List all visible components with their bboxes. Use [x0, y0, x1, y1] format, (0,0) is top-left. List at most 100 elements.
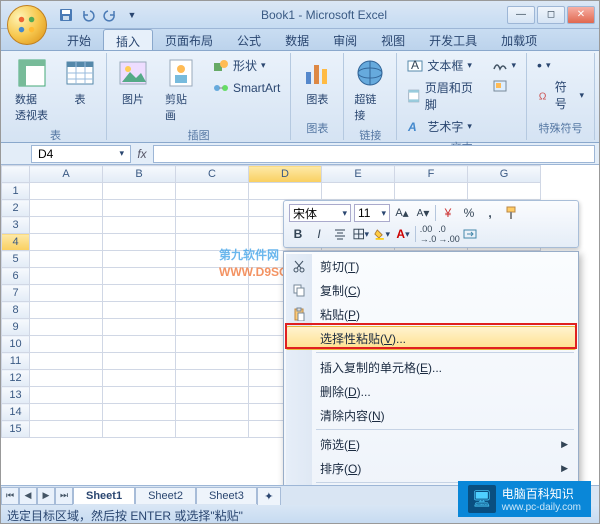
tab-layout[interactable]: 页面布局 [153, 29, 225, 50]
hyperlink-button[interactable]: 超链接 [350, 55, 390, 125]
align-center-icon[interactable] [331, 225, 349, 243]
font-color-icon[interactable]: A▾ [394, 225, 412, 243]
row-header-14[interactable]: 14 [2, 404, 30, 421]
menu-sort[interactable]: 排序(O)▶ [286, 456, 576, 480]
tab-data[interactable]: 数据 [273, 29, 321, 50]
redo-icon[interactable] [101, 6, 119, 24]
cell-A12[interactable] [30, 370, 103, 387]
clipart-button[interactable]: 剪贴画 [161, 55, 201, 125]
undo-icon[interactable] [79, 6, 97, 24]
row-header-4[interactable]: 4 [2, 234, 30, 251]
sheet-tab-1[interactable]: Sheet1 [73, 487, 135, 504]
cell-A3[interactable] [30, 217, 103, 234]
signature-button[interactable]: ▾ [488, 55, 521, 75]
maximize-button[interactable]: ◻ [537, 6, 565, 24]
menu-cut[interactable]: 剪切(T) [286, 254, 576, 278]
col-header-D[interactable]: D [249, 166, 322, 183]
cell-A13[interactable] [30, 387, 103, 404]
symbolmore-button[interactable]: •▾ [533, 55, 588, 75]
row-header-13[interactable]: 13 [2, 387, 30, 404]
cell-A8[interactable] [30, 302, 103, 319]
object-button[interactable] [488, 76, 521, 96]
pivot-table-button[interactable]: 数据 透视表 [11, 55, 52, 125]
cell-C10[interactable] [176, 336, 249, 353]
cell-A15[interactable] [30, 421, 103, 438]
cell-B3[interactable] [103, 217, 176, 234]
select-all-corner[interactable] [2, 166, 30, 183]
cell-A7[interactable] [30, 285, 103, 302]
row-header-1[interactable]: 1 [2, 183, 30, 200]
qat-dropdown-icon[interactable]: ▼ [123, 6, 141, 24]
cell-B6[interactable] [103, 268, 176, 285]
cell-C7[interactable] [176, 285, 249, 302]
font-select[interactable]: 宋体 ▾ [289, 204, 351, 222]
comma-icon[interactable]: , [481, 204, 499, 222]
tab-dev[interactable]: 开发工具 [417, 29, 489, 50]
row-header-3[interactable]: 3 [2, 217, 30, 234]
cell-B10[interactable] [103, 336, 176, 353]
cell-C8[interactable] [176, 302, 249, 319]
menu-clear[interactable]: 清除内容(N) [286, 403, 576, 427]
tab-home[interactable]: 开始 [55, 29, 103, 50]
formula-input[interactable] [153, 145, 595, 163]
cell-B9[interactable] [103, 319, 176, 336]
picture-button[interactable]: 图片 [113, 55, 153, 109]
cell-G1[interactable] [468, 183, 541, 200]
new-sheet-button[interactable]: ✦ [257, 487, 281, 505]
sheet-nav-last[interactable]: ⏭ [55, 487, 73, 505]
tab-insert[interactable]: 插入 [103, 29, 153, 50]
cell-B11[interactable] [103, 353, 176, 370]
menu-filter[interactable]: 筛选(E)▶ [286, 432, 576, 456]
table-button[interactable]: 表 [60, 55, 100, 109]
tab-addins[interactable]: 加载项 [489, 29, 549, 50]
cell-B1[interactable] [103, 183, 176, 200]
cell-A5[interactable] [30, 251, 103, 268]
cell-A10[interactable] [30, 336, 103, 353]
currency-icon[interactable]: ¥ [439, 204, 457, 222]
sheet-nav-first[interactable]: ⏮ [1, 487, 19, 505]
cell-C13[interactable] [176, 387, 249, 404]
header-footer-button[interactable]: 页眉和页脚 [403, 77, 479, 115]
format-painter-icon[interactable] [502, 204, 520, 222]
row-header-6[interactable]: 6 [2, 268, 30, 285]
cell-C4[interactable] [176, 234, 249, 251]
sheet-nav-next[interactable]: ▶ [37, 487, 55, 505]
col-header-A[interactable]: A [30, 166, 103, 183]
minimize-button[interactable]: — [507, 6, 535, 24]
row-header-11[interactable]: 11 [2, 353, 30, 370]
cell-C2[interactable] [176, 200, 249, 217]
cell-C9[interactable] [176, 319, 249, 336]
tab-formulas[interactable]: 公式 [225, 29, 273, 50]
tab-review[interactable]: 审阅 [321, 29, 369, 50]
cell-B14[interactable] [103, 404, 176, 421]
cell-B4[interactable] [103, 234, 176, 251]
cell-C11[interactable] [176, 353, 249, 370]
cell-A2[interactable] [30, 200, 103, 217]
bold-icon[interactable]: B [289, 225, 307, 243]
chart-button[interactable]: 图表 [297, 55, 337, 109]
border-icon[interactable]: ▾ [352, 225, 370, 243]
row-header-10[interactable]: 10 [2, 336, 30, 353]
menu-paste-special[interactable]: 选择性粘贴(V)... [286, 326, 576, 350]
decrease-decimal-icon[interactable]: .00→.0 [419, 225, 437, 243]
row-header-8[interactable]: 8 [2, 302, 30, 319]
cell-A6[interactable] [30, 268, 103, 285]
cell-F1[interactable] [395, 183, 468, 200]
office-button[interactable] [7, 5, 47, 45]
shrink-font-icon[interactable]: A▾ [414, 204, 432, 222]
symbol-button[interactable]: Ω符号▾ [533, 76, 588, 114]
cell-C5[interactable] [176, 251, 249, 268]
shapes-button[interactable]: 形状▾ [209, 55, 284, 76]
italic-icon[interactable]: I [310, 225, 328, 243]
cell-A11[interactable] [30, 353, 103, 370]
cell-B13[interactable] [103, 387, 176, 404]
save-icon[interactable] [57, 6, 75, 24]
cell-B8[interactable] [103, 302, 176, 319]
cell-B7[interactable] [103, 285, 176, 302]
col-header-B[interactable]: B [103, 166, 176, 183]
cell-B15[interactable] [103, 421, 176, 438]
sheet-nav-prev[interactable]: ◀ [19, 487, 37, 505]
cell-B5[interactable] [103, 251, 176, 268]
name-box[interactable]: D4▾ [31, 145, 131, 163]
cell-C12[interactable] [176, 370, 249, 387]
